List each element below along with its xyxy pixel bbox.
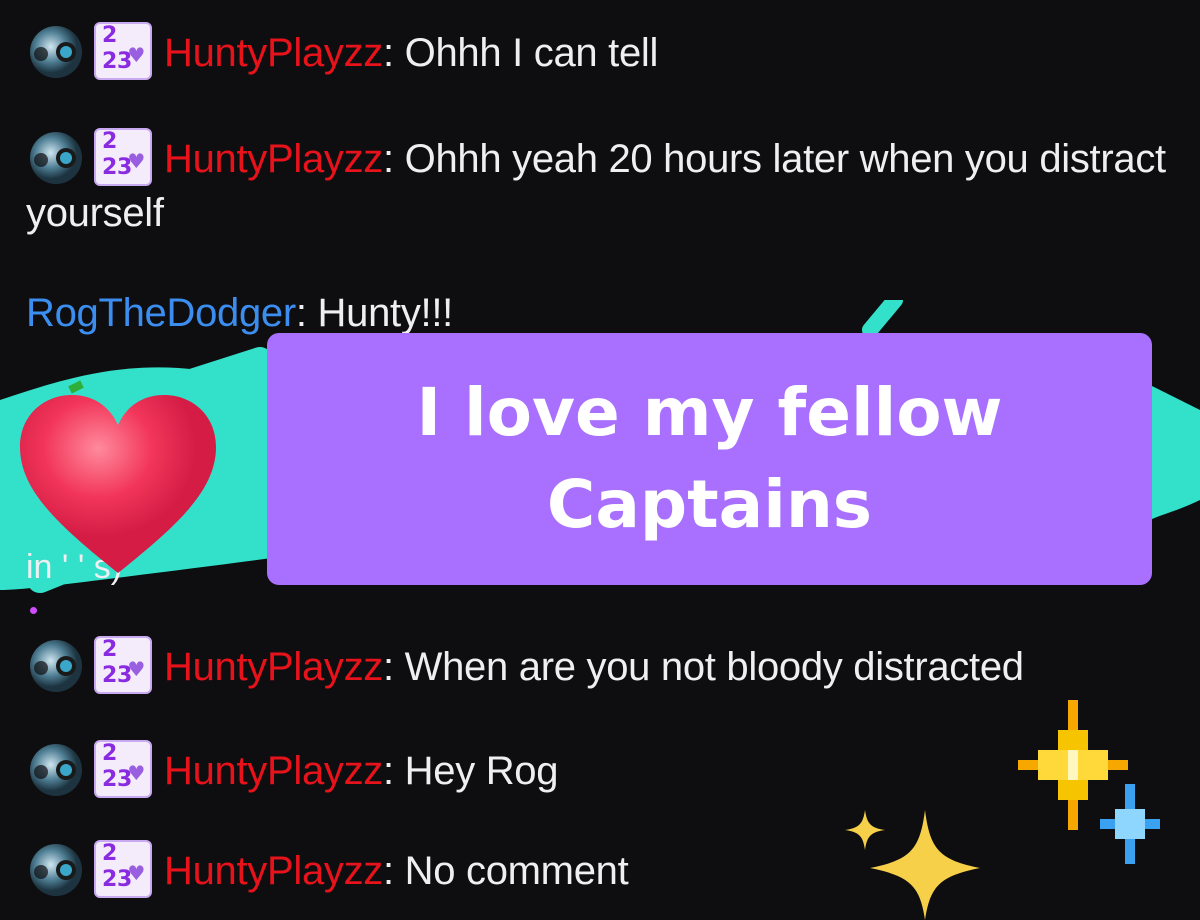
message-text: When are you not bloody distracted bbox=[404, 645, 1024, 689]
separator: : bbox=[383, 645, 405, 689]
username[interactable]: HuntyPlayzz bbox=[164, 645, 383, 689]
chat-log: 2 ♥ 23 HuntyPlayzz: Ohhh I can tell 2 ♥ 23 Hun… bbox=[0, 0, 1200, 920]
message-text: Hey Rog bbox=[404, 749, 559, 793]
pokeball-badge-icon[interactable] bbox=[26, 744, 86, 796]
chat-message: 2 ♥ 23 HuntyPlayzz: Ohhh I can tell bbox=[26, 22, 1176, 80]
chat-message: 2 ♥ 23 HuntyPlayzz: When are you not bloody… bbox=[26, 636, 1176, 694]
2023-sub-badge-icon[interactable]: 2 ♥ 23 bbox=[94, 840, 152, 898]
chat-message: 2 ♥ 23 HuntyPlayzz: Ohhh yeah 20 hours late… bbox=[26, 128, 1176, 240]
message-text: No comment bbox=[404, 849, 629, 893]
pokeball-badge-icon[interactable] bbox=[26, 640, 86, 692]
separator: : bbox=[383, 137, 405, 181]
username[interactable]: HuntyPlayzz bbox=[164, 849, 383, 893]
pokeball-badge-icon[interactable] bbox=[26, 132, 86, 184]
2023-sub-badge-icon[interactable]: 2 ♥ 23 bbox=[94, 128, 152, 186]
separator: : bbox=[383, 849, 405, 893]
username[interactable]: HuntyPlayzz bbox=[164, 749, 383, 793]
username[interactable]: HuntyPlayzz bbox=[164, 137, 383, 181]
separator: : bbox=[383, 31, 405, 75]
2023-sub-badge-icon[interactable]: 2 ♥ 23 bbox=[94, 636, 152, 694]
username[interactable]: HuntyPlayzz bbox=[164, 31, 383, 75]
chat-dot bbox=[30, 607, 37, 614]
separator: : bbox=[383, 749, 405, 793]
caption-overlay: I love my fellow Captains bbox=[267, 333, 1152, 585]
pixel-sparkle-blue-icon bbox=[1100, 784, 1160, 864]
chat-message: 2 ♥ 23 HuntyPlayzz: No comment bbox=[26, 840, 1176, 898]
caption-text: I love my fellow Captains bbox=[416, 374, 1003, 543]
chat-message: 2 ♥ 23 HuntyPlayzz: Hey Rog bbox=[26, 740, 1176, 798]
sparkles-emoji-icon bbox=[845, 810, 980, 920]
message-text: Ohhh I can tell bbox=[404, 31, 659, 75]
2023-sub-badge-icon[interactable]: 2 ♥ 23 bbox=[94, 740, 152, 798]
pokeball-badge-icon[interactable] bbox=[26, 844, 86, 896]
pokeball-badge-icon[interactable] bbox=[26, 26, 86, 78]
heart-icon bbox=[20, 395, 216, 573]
2023-sub-badge-icon[interactable]: 2 ♥ 23 bbox=[94, 22, 152, 80]
